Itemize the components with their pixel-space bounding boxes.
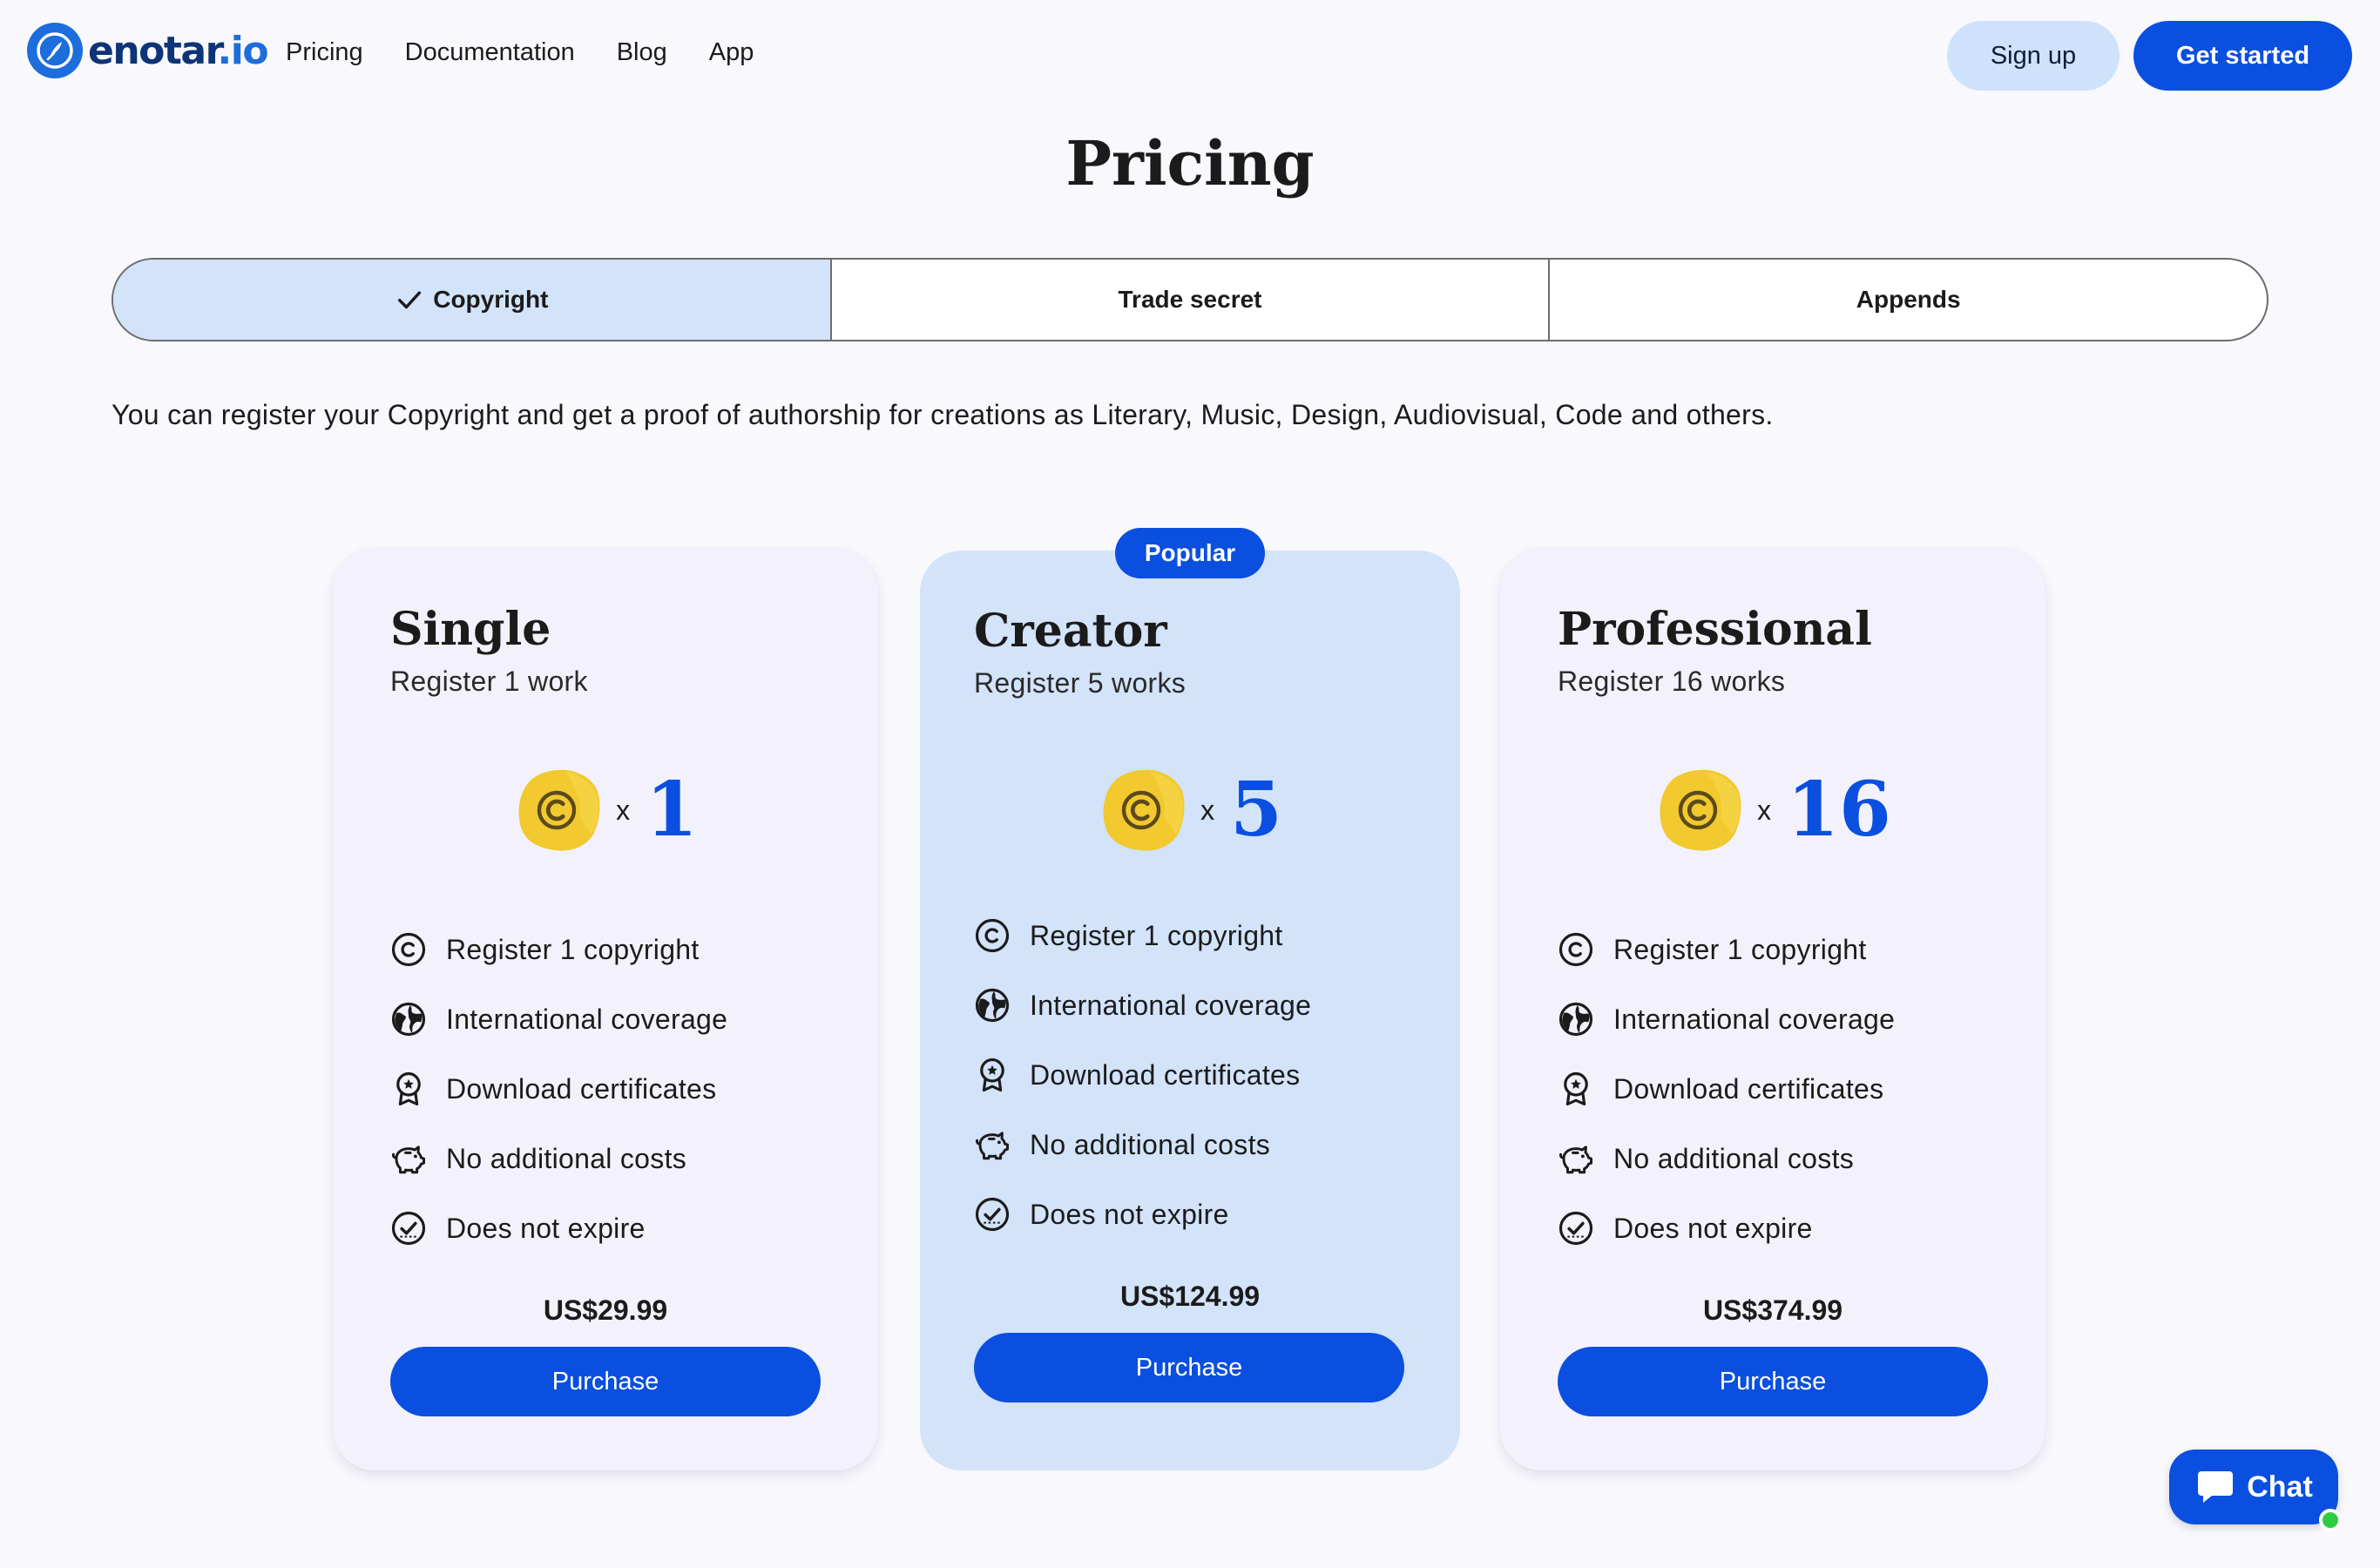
purchase-button[interactable]: Purchase — [974, 1333, 1404, 1402]
tab-label: Appends — [1856, 286, 1961, 313]
list-item: Does not expire — [1558, 1193, 1895, 1263]
chat-label: Chat — [2247, 1470, 2313, 1504]
times-sign: x — [1757, 794, 1772, 826]
tab-trade-secret[interactable]: Trade secret — [832, 260, 1551, 340]
times-sign: x — [616, 794, 631, 826]
popular-badge: Popular — [1115, 528, 1265, 578]
list-item: Register 1 copyright — [390, 915, 727, 984]
nav-blog[interactable]: Blog — [617, 38, 667, 67]
logo-icon — [27, 23, 83, 78]
list-item: International coverage — [974, 970, 1311, 1040]
purchase-button[interactable]: Purchase — [390, 1347, 821, 1416]
tab-description: You can register your Copyright and get … — [112, 399, 1774, 430]
token-quantity: 5 — [1230, 766, 1282, 854]
plan-name: Creator — [974, 605, 1167, 658]
nav-documentation[interactable]: Documentation — [405, 38, 575, 67]
plan-subtitle: Register 5 works — [974, 667, 1187, 699]
logo[interactable]: enotar.io — [27, 23, 269, 78]
award-icon — [974, 1057, 1011, 1093]
tab-label: Copyright — [433, 286, 549, 313]
nav-pricing[interactable]: Pricing — [286, 38, 363, 67]
globe-icon — [974, 987, 1011, 1024]
list-item: International coverage — [390, 984, 727, 1054]
tab-copyright[interactable]: Copyright — [113, 260, 832, 340]
globe-icon — [390, 1001, 427, 1037]
list-item: Does not expire — [974, 1179, 1311, 1249]
feature-list: Register 1 copyright International cover… — [974, 901, 1311, 1249]
coin-icon — [513, 765, 604, 855]
plan-name: Professional — [1558, 603, 1872, 656]
coin-icon — [1654, 765, 1745, 855]
token-quantity: 1 — [646, 766, 698, 854]
feature-list: Register 1 copyright International cover… — [390, 915, 727, 1263]
plan-price: US$374.99 — [1702, 1294, 1843, 1326]
list-item: Download certificates — [1558, 1054, 1895, 1124]
list-item: No additional costs — [390, 1124, 727, 1193]
chat-widget-button[interactable]: Chat — [2169, 1450, 2342, 1531]
piggy-bank-icon — [390, 1140, 427, 1177]
top-navbar: enotar.io Pricing Documentation Blog App… — [0, 0, 2380, 112]
list-item: No additional costs — [1558, 1124, 1895, 1193]
list-item: Register 1 copyright — [974, 901, 1311, 970]
plan-card-professional: Professional Register 16 works x 16 Regi… — [1500, 549, 2045, 1470]
check-circle-icon — [974, 1196, 1011, 1233]
page-title: Pricing — [1065, 127, 1315, 199]
list-item: Does not expire — [390, 1193, 727, 1263]
plan-name: Single — [390, 603, 551, 656]
plan-subtitle: Register 16 works — [1558, 666, 1786, 697]
check-icon — [398, 291, 422, 309]
piggy-bank-icon — [1558, 1140, 1594, 1177]
get-started-button[interactable]: Get started — [2133, 21, 2352, 91]
nav-app[interactable]: App — [709, 38, 754, 67]
token-count: x 16 — [1500, 765, 2045, 855]
times-sign: x — [1200, 794, 1215, 826]
purchase-button[interactable]: Purchase — [1558, 1347, 1988, 1416]
award-icon — [390, 1071, 427, 1107]
logo-text: enotar.io — [88, 28, 269, 73]
token-quantity: 16 — [1787, 766, 1891, 854]
token-count: x 1 — [333, 765, 878, 855]
tab-appends[interactable]: Appends — [1550, 260, 2267, 340]
plan-card-creator: Creator Register 5 works x 5 Register 1 … — [920, 551, 1460, 1470]
online-status-dot — [2319, 1509, 2342, 1531]
tab-label: Trade secret — [1118, 286, 1262, 313]
list-item: International coverage — [1558, 984, 1895, 1054]
list-item: Download certificates — [974, 1040, 1311, 1110]
plan-card-single: Single Register 1 work x 1 Register 1 co… — [333, 549, 878, 1470]
globe-icon — [1558, 1001, 1594, 1037]
sign-up-button[interactable]: Sign up — [1947, 21, 2120, 91]
check-circle-icon — [1558, 1210, 1594, 1247]
list-item: No additional costs — [974, 1110, 1311, 1179]
coin-icon — [1098, 765, 1188, 855]
chat-bubble-icon — [2198, 1471, 2234, 1503]
category-tabs: Copyright Trade secret Appends — [112, 258, 2268, 341]
check-circle-icon — [390, 1210, 427, 1247]
main-nav: Pricing Documentation Blog App — [286, 38, 795, 67]
copyright-icon — [1558, 931, 1594, 968]
list-item: Register 1 copyright — [1558, 915, 1895, 984]
list-item: Download certificates — [390, 1054, 727, 1124]
copyright-icon — [390, 931, 427, 968]
award-icon — [1558, 1071, 1594, 1107]
plan-subtitle: Register 1 work — [390, 666, 588, 697]
feature-list: Register 1 copyright International cover… — [1558, 915, 1895, 1263]
token-count: x 5 — [920, 765, 1460, 855]
plan-price: US$124.99 — [1119, 1281, 1261, 1312]
copyright-icon — [974, 917, 1011, 954]
plan-price: US$29.99 — [543, 1294, 668, 1326]
piggy-bank-icon — [974, 1126, 1011, 1163]
